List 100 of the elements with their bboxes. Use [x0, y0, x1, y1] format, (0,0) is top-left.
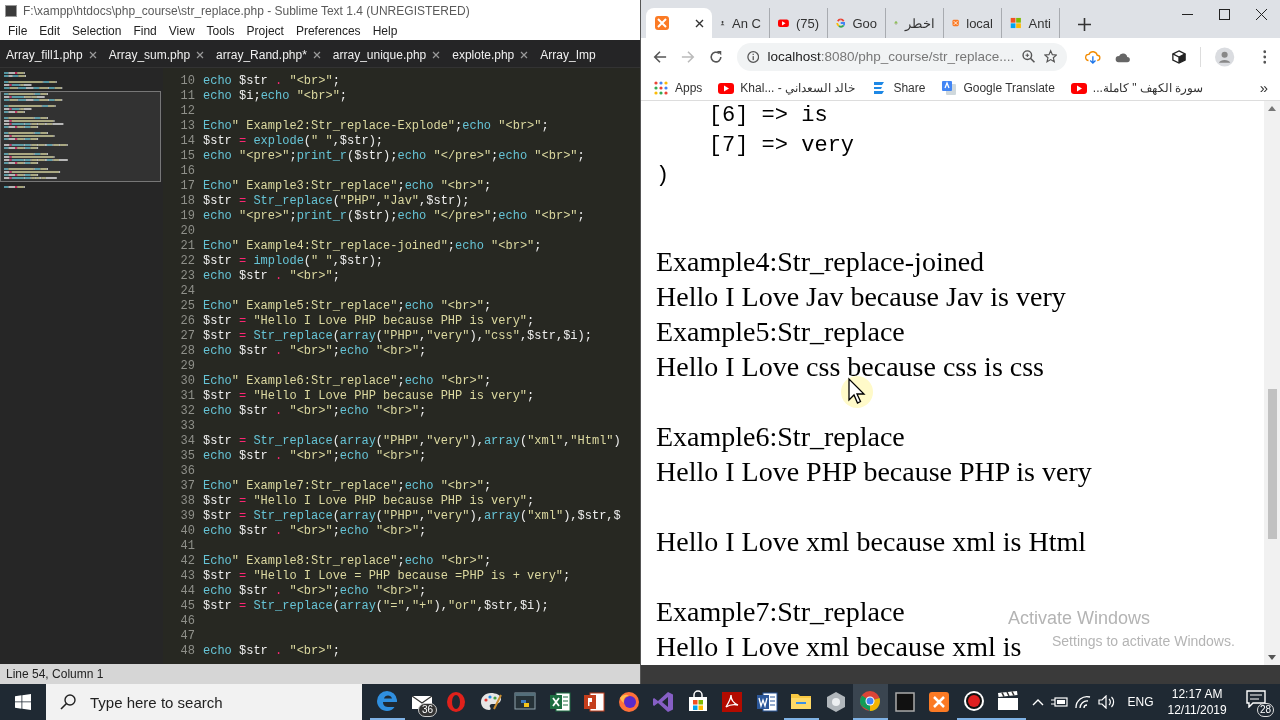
menu-icon[interactable]	[1262, 48, 1266, 65]
close-icon[interactable]	[695, 18, 704, 28]
line-number: 10	[179, 73, 195, 88]
taskbar-button[interactable]: 36	[404, 684, 439, 720]
scrollbar-thumb[interactable]	[1267, 389, 1277, 539]
code-line: echo $str . "<br>";echo "<br>";	[203, 448, 427, 463]
address-text[interactable]: localhost:8080/php_course/str_replace....	[767, 49, 1015, 64]
bookmark-link[interactable]: Apps	[675, 80, 703, 95]
back-icon[interactable]	[653, 48, 667, 65]
line-number: 20	[179, 223, 195, 238]
clock[interactable]: 12:17 AM 12/11/2019	[1167, 686, 1227, 718]
code-line: $str = Str_replace("PHP","Jav",$str);	[203, 193, 470, 208]
record-icon	[961, 689, 986, 713]
square-window-icon	[892, 690, 917, 714]
menu-item[interactable]: View	[162, 24, 201, 38]
code-line: echo $str . "<br>";echo "<br>";	[203, 403, 427, 418]
editor-tab[interactable]: explote.php	[446, 43, 535, 67]
line-number: 36	[179, 463, 195, 478]
line-number: 34	[179, 433, 195, 448]
menu-item[interactable]: Project	[240, 24, 290, 38]
editor-tab[interactable]: Array_Imp	[534, 43, 602, 67]
close-icon[interactable]	[520, 51, 529, 59]
editor-tab[interactable]: array_Rand.php*	[210, 43, 327, 67]
close-icon[interactable]	[1256, 9, 1267, 20]
line-number: 14	[179, 133, 195, 148]
scroll-up-icon[interactable]	[1268, 105, 1276, 111]
code-line: $str = explode(" ",$str);	[203, 133, 384, 148]
search-field[interactable]: Type here to search	[46, 684, 362, 720]
wifi-icon[interactable]	[1073, 695, 1092, 709]
scroll-down-icon[interactable]	[1268, 655, 1276, 661]
bookmark-link[interactable]: Khal... - خالد السعداني	[740, 80, 856, 95]
circle-browser-icon	[858, 689, 883, 713]
info-icon[interactable]	[746, 49, 760, 64]
cube-icon[interactable]	[1172, 48, 1187, 65]
menu-item[interactable]: Selection	[66, 24, 128, 38]
code-line: echo $i;echo "<br>";	[203, 88, 348, 103]
address-bar[interactable]: localhost:8080/php_course/str_replace....	[736, 42, 1067, 71]
code-line: $str = "Hello I Love PHP because PHP is very";	[203, 388, 535, 403]
close-icon[interactable]	[432, 51, 441, 59]
bookmark-link[interactable]: Share	[893, 80, 926, 95]
zoom-icon[interactable]	[1022, 49, 1036, 64]
code-line: $str = implode(" ",$str);	[203, 253, 384, 268]
line-number: 37	[179, 478, 195, 493]
close-icon[interactable]	[312, 51, 321, 59]
language-indicator[interactable]: ENG	[1127, 695, 1154, 709]
menu-item[interactable]: Help	[366, 24, 404, 38]
line-number: 24	[179, 283, 195, 298]
editor-tab[interactable]: array_unique.php	[326, 43, 447, 67]
editor-tab[interactable]: Array_sum.php	[102, 43, 211, 67]
output-text: Hello I Love xml because xml is Html	[656, 525, 1087, 559]
window-title: F:\xampp\htdocs\php_course\str_replace.php - Sublime Text 1.4 (UNREGISTERED)	[23, 4, 470, 18]
line-number: 28	[179, 343, 195, 358]
chevron-up-icon[interactable]	[1031, 698, 1044, 706]
code-line: Echo" Example6:Str_replace";echo "<br>";	[203, 373, 492, 388]
code-line: $str = "Hello I Love PHP because PHP is very";	[203, 313, 535, 328]
code-line: Echo" Example2:Str_replace-Explode";echo "<br>";	[203, 118, 549, 133]
menu-item[interactable]: File	[2, 24, 34, 38]
line-number: 45	[179, 598, 195, 613]
menu-item[interactable]: Find	[127, 24, 163, 38]
line-number: 39	[179, 508, 195, 523]
code-line: $str = Str_replace(array("PHP","very"),"css",$str,$i);	[203, 328, 592, 343]
battery-icon[interactable]	[1049, 695, 1068, 709]
code-line: echo $str . "<br>";	[203, 73, 340, 88]
cloud-download-icon[interactable]	[1084, 48, 1101, 65]
cross-logo-icon	[927, 690, 952, 714]
code-line: echo $str . "<br>";echo "<br>";	[203, 523, 427, 538]
more-bookmarks-button[interactable]: »	[1259, 79, 1268, 96]
status-text: Line 54, Column 1	[6, 667, 104, 681]
output-text: Example7:Str_replace	[656, 595, 905, 629]
bookmark-link[interactable]: Google Translate	[963, 80, 1055, 95]
output-text: [7] => very	[707, 132, 855, 160]
menu-item[interactable]: Edit	[33, 24, 67, 38]
line-number: 35	[179, 448, 195, 463]
scrollbar[interactable]	[1264, 101, 1280, 665]
output-text: Example6:Str_replace	[656, 420, 905, 454]
taskbar-button[interactable]	[853, 684, 888, 720]
code-line: Echo" Example8:Str_replace";echo "<br>";	[203, 553, 492, 568]
menu-item[interactable]: Preferences	[289, 24, 367, 38]
output-text: Hello I Love Jav because Jav is very	[656, 280, 1066, 314]
line-number: 19	[179, 208, 195, 223]
volume-icon[interactable]	[1097, 695, 1116, 709]
activation-hint: Settings to activate Windows.	[1052, 633, 1235, 649]
close-icon[interactable]	[196, 51, 205, 59]
code-line: echo "<pre>";print_r($str);echo "</pre>";echo "<br>";	[203, 208, 585, 223]
avatar-icon[interactable]	[1215, 45, 1235, 68]
output-text: )	[656, 162, 670, 190]
close-icon[interactable]	[88, 51, 97, 59]
fox-browser-icon	[616, 690, 641, 714]
bookmark-star-icon[interactable]	[1043, 49, 1057, 64]
maximize-icon[interactable]	[1219, 9, 1230, 20]
reload-icon[interactable]	[708, 48, 723, 65]
line-number: 30	[179, 373, 195, 388]
menu-item[interactable]: Tools	[200, 24, 241, 38]
new-tab-icon[interactable]	[1078, 18, 1091, 31]
bookmark-link[interactable]: سورة الكهف " كاملة...	[1092, 80, 1204, 95]
editor-tab[interactable]: Array_fill1.php	[0, 43, 103, 67]
code-line: $str = Str_replace(array("=","+"),"or",$str,$i);	[203, 598, 549, 613]
browser-icon	[375, 689, 400, 713]
activation-title: Activate Windows	[1008, 608, 1151, 629]
windows-start-icon[interactable]	[15, 694, 31, 710]
